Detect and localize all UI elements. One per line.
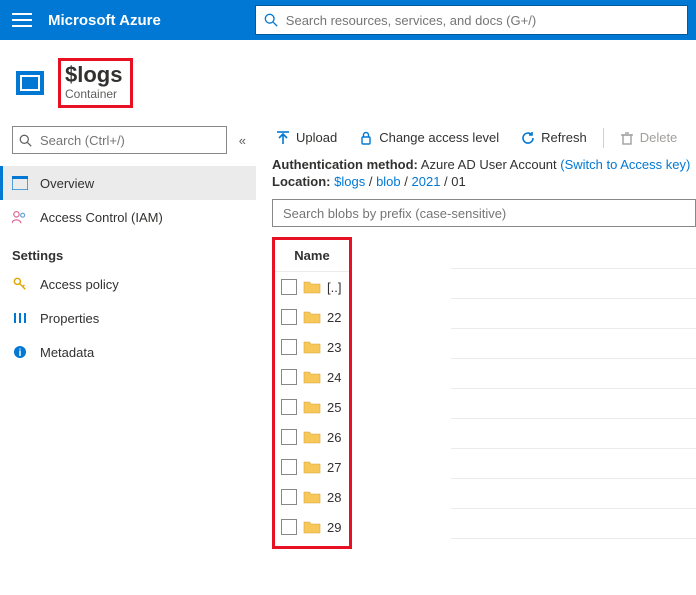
change-access-button[interactable]: Change access level xyxy=(349,126,509,149)
svg-text:i: i xyxy=(19,348,22,359)
sidebar-search-input[interactable] xyxy=(38,132,220,149)
page-subtitle: Container xyxy=(65,87,122,101)
refresh-icon xyxy=(521,131,535,145)
upload-label: Upload xyxy=(296,130,337,145)
row-checkbox[interactable] xyxy=(281,459,297,475)
row-name: 29 xyxy=(327,520,341,535)
row-name: 23 xyxy=(327,340,341,355)
breadcrumb-2021[interactable]: 2021 xyxy=(412,174,441,189)
folder-icon xyxy=(303,280,321,294)
switch-auth-link[interactable]: (Switch to Access key) xyxy=(560,157,690,172)
sidebar-item-access-policy[interactable]: Access policy xyxy=(0,267,256,301)
sidebar-item-label: Overview xyxy=(40,176,94,191)
folder-icon xyxy=(303,430,321,444)
toolbar-separator xyxy=(603,128,604,148)
column-header-name[interactable]: Name xyxy=(275,240,349,272)
title-highlight: $logs Container xyxy=(58,58,133,108)
sidebar-search[interactable] xyxy=(12,126,227,154)
auth-line: Authentication method: Azure AD User Acc… xyxy=(256,157,696,174)
row-name: 24 xyxy=(327,370,341,385)
toolbar: Upload Change access level Refresh Delet… xyxy=(256,118,696,157)
page-header: $logs Container xyxy=(0,40,696,118)
breadcrumb-01: 01 xyxy=(451,174,465,189)
row-name: 22 xyxy=(327,310,341,325)
row-checkbox[interactable] xyxy=(281,429,297,445)
row-name: [..] xyxy=(327,280,341,295)
delete-icon xyxy=(620,131,634,145)
location-label: Location: xyxy=(272,174,331,189)
global-search[interactable] xyxy=(255,5,688,35)
top-bar: Microsoft Azure xyxy=(0,0,696,40)
refresh-button[interactable]: Refresh xyxy=(511,126,597,149)
auth-value: Azure AD User Account xyxy=(421,157,557,172)
table-row[interactable]: [..] xyxy=(275,272,349,302)
main-content: Upload Change access level Refresh Delet… xyxy=(256,118,696,549)
folder-icon xyxy=(303,370,321,384)
sidebar-item-metadata[interactable]: i Metadata xyxy=(0,335,256,369)
auth-label: Authentication method: xyxy=(272,157,418,172)
table-row[interactable]: 25 xyxy=(275,392,349,422)
upload-button[interactable]: Upload xyxy=(266,126,347,149)
sidebar-item-overview[interactable]: Overview xyxy=(0,166,256,200)
blob-search[interactable] xyxy=(272,199,696,227)
row-name: 25 xyxy=(327,400,341,415)
brand-label: Microsoft Azure xyxy=(48,12,161,29)
table-row[interactable]: 26 xyxy=(275,422,349,452)
row-checkbox[interactable] xyxy=(281,399,297,415)
people-icon xyxy=(12,210,28,224)
location-line: Location: $logs / blob / 2021 / 01 xyxy=(256,174,696,191)
key-icon xyxy=(12,277,28,291)
row-name: 27 xyxy=(327,460,341,475)
folder-icon xyxy=(303,520,321,534)
sidebar-item-label: Metadata xyxy=(40,345,94,360)
delete-label: Delete xyxy=(640,130,678,145)
row-checkbox[interactable] xyxy=(281,489,297,505)
page-title: $logs xyxy=(65,63,122,87)
sidebar-item-label: Access Control (IAM) xyxy=(40,210,163,225)
folder-icon xyxy=(303,310,321,324)
lock-icon xyxy=(359,131,373,145)
table-row[interactable]: 22 xyxy=(275,302,349,332)
folder-icon xyxy=(303,400,321,414)
access-label: Change access level xyxy=(379,130,499,145)
table-row[interactable]: 24 xyxy=(275,362,349,392)
properties-icon xyxy=(12,311,28,325)
breadcrumb-blob[interactable]: blob xyxy=(376,174,401,189)
sidebar-section-settings: Settings xyxy=(12,248,256,263)
collapse-sidebar-icon[interactable]: « xyxy=(239,133,246,148)
sidebar-item-properties[interactable]: Properties xyxy=(0,301,256,335)
upload-icon xyxy=(276,131,290,145)
refresh-label: Refresh xyxy=(541,130,587,145)
table-row[interactable]: 27 xyxy=(275,452,349,482)
sidebar-item-access-control[interactable]: Access Control (IAM) xyxy=(0,200,256,234)
row-checkbox[interactable] xyxy=(281,339,297,355)
row-name: 26 xyxy=(327,430,341,445)
sidebar-item-label: Properties xyxy=(40,311,99,326)
row-checkbox[interactable] xyxy=(281,309,297,325)
search-icon xyxy=(19,134,32,147)
info-icon: i xyxy=(12,345,28,359)
sidebar-item-label: Access policy xyxy=(40,277,119,292)
blob-search-input[interactable] xyxy=(281,205,687,222)
row-checkbox[interactable] xyxy=(281,369,297,385)
folder-icon xyxy=(303,340,321,354)
global-search-input[interactable] xyxy=(284,12,679,29)
table-row[interactable]: 29 xyxy=(275,512,349,542)
row-checkbox[interactable] xyxy=(281,279,297,295)
sidebar: « Overview Access Control (IAM) Settings xyxy=(0,118,256,549)
search-icon xyxy=(264,13,278,27)
container-icon xyxy=(16,71,44,95)
overview-icon xyxy=(12,176,28,190)
row-checkbox[interactable] xyxy=(281,519,297,535)
table-highlight: Name [..] 22 23 24 25 xyxy=(272,237,352,549)
row-name: 28 xyxy=(327,490,341,505)
folder-icon xyxy=(303,490,321,504)
folder-icon xyxy=(303,460,321,474)
table-row[interactable]: 23 xyxy=(275,332,349,362)
delete-button: Delete xyxy=(610,126,688,149)
menu-icon[interactable] xyxy=(12,10,32,30)
table-row[interactable]: 28 xyxy=(275,482,349,512)
breadcrumb-logs[interactable]: $logs xyxy=(334,174,365,189)
